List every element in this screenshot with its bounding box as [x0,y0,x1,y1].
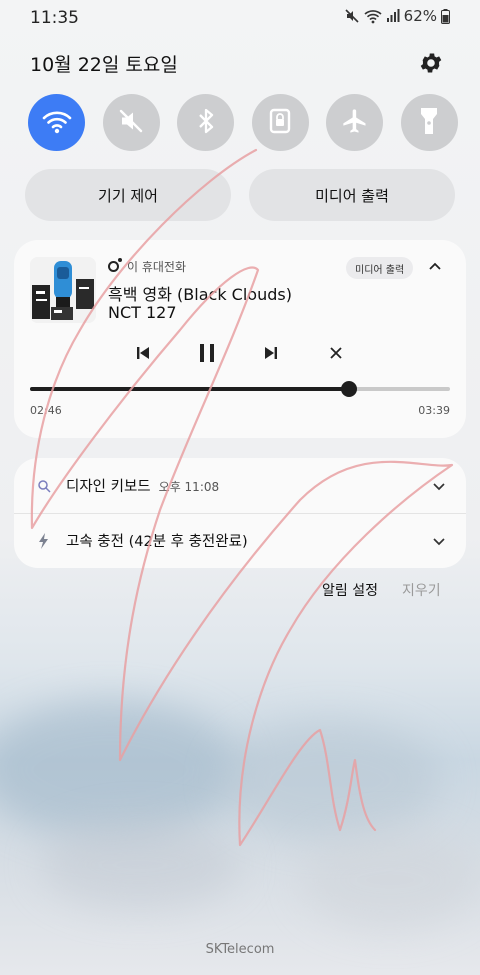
notification-item[interactable]: 고속 충전 (42분 후 충전완료) [14,513,466,568]
wifi-icon [42,108,72,138]
sound-toggle[interactable] [102,94,160,151]
media-player-card: 이 휴대전화 미디어 출력 흑백 영화 (Black Clouds) NCT 1… [14,240,466,438]
flashlight-toggle[interactable] [400,94,458,151]
notification-title: 디자인 키보드 [66,479,151,495]
device-control-button[interactable]: 기기 제어 [25,169,231,221]
wifi-toggle[interactable] [28,94,85,151]
airplane-icon [341,107,369,139]
album-art [30,257,96,323]
carrier-label: SKTelecom [205,942,275,957]
notification-item[interactable]: 디자인 키보드 오후 11:08 [14,458,466,513]
notification-time: 오후 11:08 [158,480,220,494]
wallpaper-blob [40,820,240,910]
media-output-chip[interactable]: 미디어 출력 [346,257,414,279]
signal-icon [386,9,400,23]
media-source-label: 이 휴대전화 [127,260,187,274]
flashlight-icon [418,106,440,140]
date-label: 10월 22일 토요일 [30,54,178,76]
wallpaper-blob [0,700,240,840]
notification-title: 고속 충전 (42분 후 충전완료) [66,534,248,550]
bolt-icon [36,532,52,549]
notification-group: 디자인 키보드 오후 11:08 고속 충전 (42분 후 충전완료) [14,458,466,568]
bluetooth-icon [194,107,218,139]
media-source: 이 휴대전화 [108,258,186,275]
gear-icon[interactable] [418,50,444,76]
chevron-down-icon[interactable] [430,532,448,550]
chevron-down-icon[interactable] [430,477,448,495]
seek-bar-fill [30,387,350,391]
wallpaper-blob [220,720,440,840]
airplane-toggle[interactable] [326,94,384,151]
status-icons: 62% [344,7,450,25]
lock-icon [268,107,292,139]
pause-icon[interactable] [194,340,220,366]
notification-settings-button[interactable]: 알림 설정 [322,580,378,600]
notification-text: 디자인 키보드 오후 11:08 [66,475,219,496]
chevron-up-icon[interactable] [424,256,446,278]
wifi-icon [364,8,382,24]
mute-icon [117,107,145,139]
elapsed-time: 02:46 [30,404,62,417]
quick-settings-row [28,94,458,151]
search-icon [36,478,52,494]
status-time: 11:35 [30,8,79,28]
total-time: 03:39 [418,404,450,417]
previous-icon[interactable] [130,340,156,366]
mute-icon [344,8,360,24]
battery-icon [441,8,450,24]
artist-name: NCT 127 [108,303,177,322]
seek-bar-thumb[interactable] [341,381,358,397]
media-output-button[interactable]: 미디어 출력 [249,169,455,221]
wallpaper-blob [300,830,480,930]
battery-text: 62% [403,7,437,25]
status-bar: 11:35 62% [0,0,480,34]
next-icon[interactable] [258,340,284,366]
clear-button[interactable]: 지우기 [402,580,441,600]
seek-bar[interactable] [30,381,450,397]
phone-output-icon [108,258,122,272]
song-title: 흑백 영화 (Black Clouds) [108,285,292,304]
bluetooth-toggle[interactable] [177,94,235,151]
lock-toggle[interactable] [251,94,309,151]
close-icon[interactable] [323,340,349,366]
